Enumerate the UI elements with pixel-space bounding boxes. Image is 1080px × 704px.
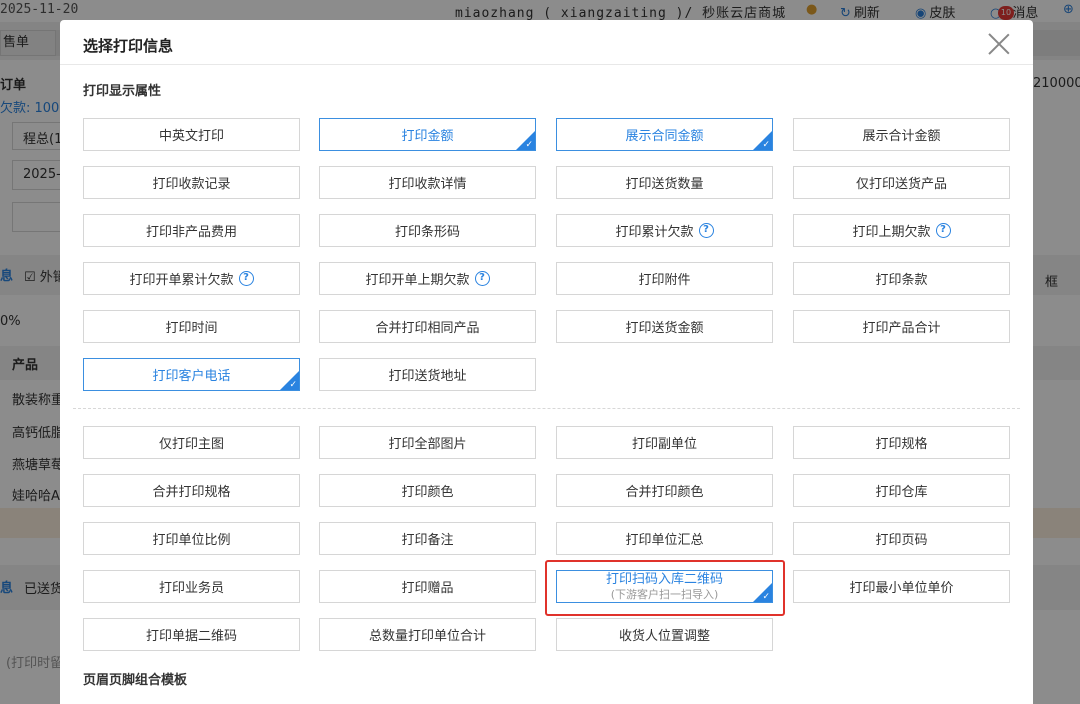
print-option[interactable]: 打印送货地址 [319, 358, 536, 391]
print-option[interactable]: 打印单位汇总 [556, 522, 773, 555]
print-option[interactable]: 打印收款详情 [319, 166, 536, 199]
print-option-label: 打印开单累计欠款 [129, 273, 234, 288]
print-option[interactable]: 中英文打印 [83, 118, 300, 151]
close-icon[interactable] [987, 32, 1011, 56]
print-option[interactable]: 打印累计欠款? [556, 214, 773, 247]
print-option[interactable]: 打印赠品 [319, 570, 536, 603]
checkmark-icon: ✓ [762, 140, 770, 150]
print-option-label: 打印颜色 [401, 485, 454, 500]
print-option[interactable]: 打印最小单位单价 [793, 570, 1010, 603]
checkmark-icon: ✓ [289, 380, 297, 390]
print-option-label: 打印送货数量 [625, 177, 704, 192]
print-option[interactable]: 打印条款 [793, 262, 1010, 295]
print-option-label: 中英文打印 [158, 129, 224, 144]
print-option[interactable]: 打印产品合计 [793, 310, 1010, 343]
print-option-label: 打印累计欠款 [615, 225, 694, 240]
print-option-label: 打印产品合计 [862, 321, 941, 336]
print-option-label: 打印单据二维码 [145, 629, 237, 644]
print-option-label: 打印开单上期欠款 [365, 273, 470, 288]
print-option-label: 收货人位置调整 [618, 629, 710, 644]
section-header-footer-template: 页眉页脚组合模板 [83, 673, 188, 688]
highlight-box [545, 560, 785, 616]
print-option-label: 总数量打印单位合计 [368, 629, 486, 644]
section-print-attributes: 打印显示属性 [83, 84, 162, 99]
print-option[interactable]: 打印副单位 [556, 426, 773, 459]
print-option[interactable]: 仅打印主图 [83, 426, 300, 459]
help-icon[interactable]: ? [935, 223, 951, 238]
print-option-label: 打印附件 [638, 273, 691, 288]
print-option[interactable]: 打印金额 ✓ [319, 118, 536, 151]
print-option[interactable]: 打印送货数量 [556, 166, 773, 199]
print-option[interactable]: 打印颜色 [319, 474, 536, 507]
print-option-label: 打印赠品 [401, 581, 454, 596]
print-option-label: 打印单位汇总 [625, 533, 704, 548]
print-option[interactable]: 打印收款记录 [83, 166, 300, 199]
print-option-label: 打印金额 [401, 129, 454, 144]
print-options-dialog: 选择打印信息 打印显示属性 中英文打印 打印金额 ✓ 展示合同金额 ✓ 展示合计金额打印收… [60, 20, 1033, 704]
print-option[interactable]: 总数量打印单位合计 [319, 618, 536, 651]
print-option[interactable]: 打印单据二维码 [83, 618, 300, 651]
print-option-label: 打印收款记录 [152, 177, 231, 192]
print-option-label: 打印页码 [875, 533, 928, 548]
print-option[interactable]: 打印非产品费用 [83, 214, 300, 247]
print-option-label: 打印条形码 [394, 225, 460, 240]
print-option-label: 打印单位比例 [152, 533, 231, 548]
print-option-label: 打印送货金额 [625, 321, 704, 336]
print-option[interactable]: 打印仓库 [793, 474, 1010, 507]
print-option-label: 合并打印规格 [152, 485, 231, 500]
help-icon[interactable]: ? [238, 271, 254, 286]
print-option[interactable]: 打印备注 [319, 522, 536, 555]
print-option-label: 打印副单位 [631, 437, 697, 452]
print-option[interactable]: 展示合计金额 [793, 118, 1010, 151]
print-option[interactable]: 合并打印规格 [83, 474, 300, 507]
print-option-label: 打印非产品费用 [145, 225, 237, 240]
print-option-label: 合并打印相同产品 [375, 321, 480, 336]
print-option-label: 打印全部图片 [388, 437, 467, 452]
print-option[interactable]: 合并打印颜色 [556, 474, 773, 507]
print-option-label: 打印时间 [165, 321, 218, 336]
print-option[interactable]: 打印附件 [556, 262, 773, 295]
print-option[interactable]: 收货人位置调整 [556, 618, 773, 651]
print-option-label: 合并打印颜色 [625, 485, 704, 500]
section-divider [73, 408, 1020, 409]
print-option[interactable]: 打印规格 [793, 426, 1010, 459]
print-option[interactable]: 打印开单上期欠款? [319, 262, 536, 295]
print-option-label: 打印规格 [875, 437, 928, 452]
print-option[interactable]: 打印业务员 [83, 570, 300, 603]
help-icon[interactable]: ? [698, 223, 714, 238]
print-option-label: 仅打印送货产品 [855, 177, 947, 192]
print-option-label: 打印最小单位单价 [849, 581, 954, 596]
print-option-label: 打印仓库 [875, 485, 928, 500]
print-option-label: 打印备注 [401, 533, 454, 548]
print-option[interactable]: 打印条形码 [319, 214, 536, 247]
help-icon[interactable]: ? [474, 271, 490, 286]
print-option-label: 打印业务员 [158, 581, 224, 596]
print-option[interactable]: 打印单位比例 [83, 522, 300, 555]
print-option[interactable]: 合并打印相同产品 [319, 310, 536, 343]
print-option[interactable]: 打印时间 [83, 310, 300, 343]
header-divider [60, 64, 1033, 65]
print-option[interactable]: 展示合同金额 ✓ [556, 118, 773, 151]
print-option-label: 仅打印主图 [158, 437, 224, 452]
print-option-label: 打印条款 [875, 273, 928, 288]
print-option[interactable]: 打印页码 [793, 522, 1010, 555]
print-option[interactable]: 打印全部图片 [319, 426, 536, 459]
print-option-label: 打印收款详情 [388, 177, 467, 192]
print-option[interactable]: 打印送货金额 [556, 310, 773, 343]
print-option[interactable]: 打印开单累计欠款? [83, 262, 300, 295]
print-option-label: 打印客户电话 [152, 369, 231, 384]
checkmark-icon: ✓ [525, 140, 533, 150]
print-option-label: 打印送货地址 [388, 369, 467, 384]
print-option[interactable]: 打印客户电话 ✓ [83, 358, 300, 391]
print-option-label: 展示合计金额 [862, 129, 941, 144]
print-option[interactable]: 仅打印送货产品 [793, 166, 1010, 199]
checkmark-icon: ✓ [762, 592, 770, 602]
dialog-title: 选择打印信息 [83, 37, 174, 55]
print-option[interactable]: 打印上期欠款? [793, 214, 1010, 247]
print-option-label: 打印上期欠款 [852, 225, 931, 240]
print-option-label: 展示合同金额 [625, 129, 704, 144]
